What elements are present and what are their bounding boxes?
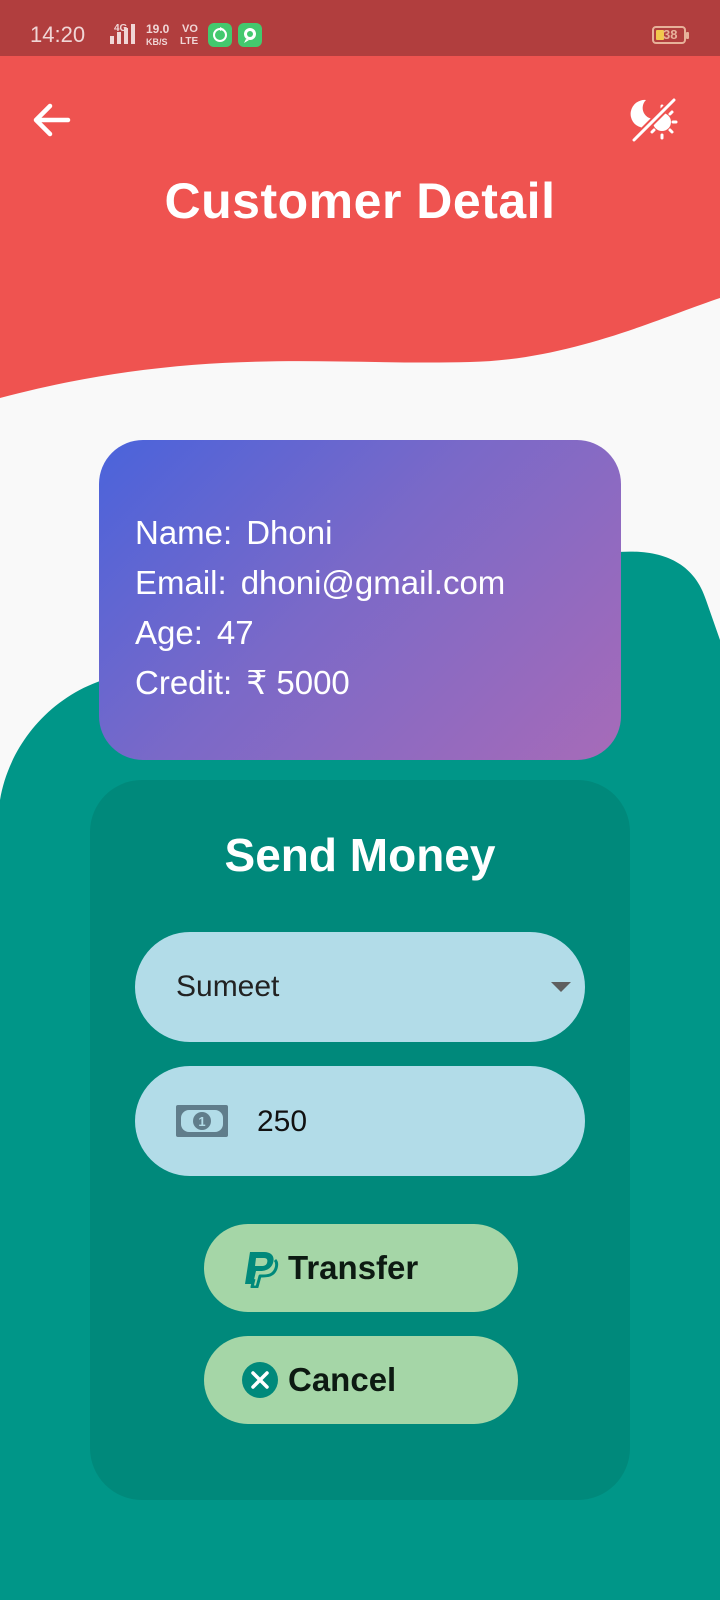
- status-bar: 14:20 4G 19.0 KB/S VO LTE 38: [0, 0, 720, 56]
- money-bill-icon: 1: [176, 1105, 228, 1137]
- customer-credit-row: Credit: ₹ 5000: [135, 658, 621, 708]
- customer-email: dhoni@gmail.com: [240, 564, 506, 601]
- cancel-circle-icon: [242, 1362, 278, 1398]
- arrow-left-icon[interactable]: [28, 96, 76, 144]
- cancel-label: Cancel: [288, 1361, 397, 1398]
- customer-email-row: Email: dhoni@gmail.com: [135, 558, 621, 608]
- status-time: 14:20: [30, 22, 86, 47]
- customer-credit: ₹ 5000: [246, 664, 350, 701]
- chat-app-icon: [238, 23, 262, 47]
- speed-unit: KB/S: [146, 37, 168, 47]
- amount-field[interactable]: 1: [135, 1066, 585, 1176]
- customer-age-row: Age: 47: [135, 608, 621, 658]
- svg-text:1: 1: [198, 1114, 205, 1129]
- customer-info-card: Name: Dhoni Email: dhoni@gmail.com Age: 47 …: [99, 440, 621, 760]
- recipient-selected-value: Sumeet: [176, 970, 280, 1003]
- age-label: Age:: [135, 614, 203, 651]
- volte-top: VO: [182, 23, 198, 35]
- email-label: Email:: [135, 564, 227, 601]
- amount-input[interactable]: [255, 1101, 559, 1143]
- signal-icon: [110, 24, 135, 44]
- paypal-icon: [245, 1252, 279, 1288]
- battery-level: 38: [663, 27, 678, 42]
- cancel-button[interactable]: Cancel: [204, 1336, 518, 1424]
- send-money-panel: Send Money Sumeet 1 Transfer Cancel: [90, 780, 630, 1500]
- transfer-button[interactable]: Transfer: [204, 1224, 518, 1312]
- battery-icon: 38: [652, 26, 689, 44]
- theme-toggle-icon[interactable]: [626, 92, 682, 148]
- caret-down-icon: [551, 982, 571, 992]
- speed-value: 19.0: [146, 22, 170, 36]
- volte-bottom: LTE: [180, 36, 199, 47]
- recipient-dropdown[interactable]: Sumeet: [135, 932, 585, 1042]
- sync-app-icon: [208, 23, 232, 47]
- credit-label: Credit:: [135, 664, 233, 701]
- transfer-label: Transfer: [288, 1249, 419, 1286]
- name-label: Name:: [135, 514, 233, 551]
- send-money-title: Send Money: [224, 829, 496, 881]
- customer-name-row: Name: Dhoni: [135, 508, 621, 558]
- customer-name: Dhoni: [246, 514, 333, 551]
- customer-age: 47: [216, 614, 254, 651]
- page-title: Customer Detail: [164, 173, 556, 229]
